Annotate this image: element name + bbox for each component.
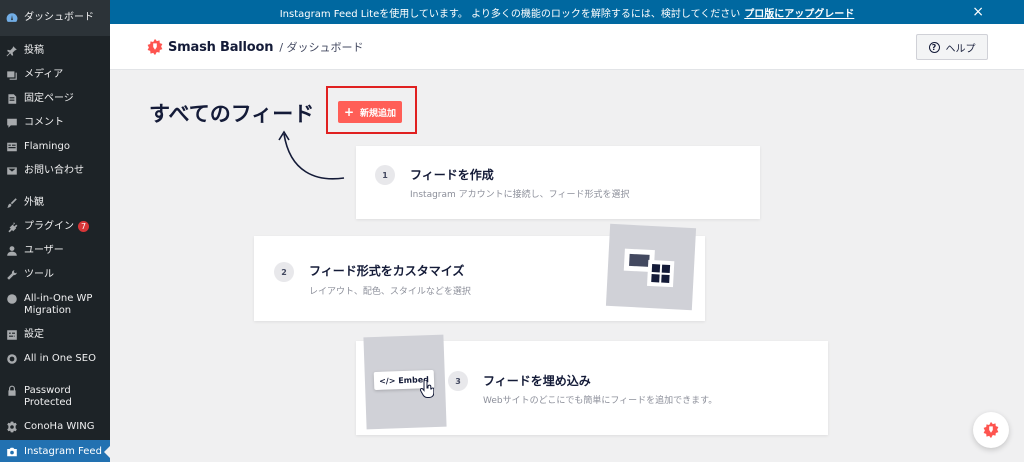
- breadcrumb: / ダッシュボード: [279, 41, 364, 54]
- sidebar-item-label: 設定: [24, 329, 44, 340]
- curved-arrow-icon: [278, 130, 345, 180]
- sidebar-item-posts[interactable]: 投稿: [0, 45, 110, 57]
- step-title: フィードを作成: [410, 168, 494, 182]
- smash-balloon-logo[interactable]: Smash Balloon / ダッシュボード: [146, 38, 364, 56]
- sidebar-item-label: All-in-One WP Migration: [24, 293, 93, 316]
- balloon-logo-icon: [983, 421, 999, 439]
- sidebar-item-label: ConoHa WING: [24, 421, 95, 432]
- sidebar-item-password-protected[interactable]: Password Protected: [0, 385, 100, 409]
- sidebar-item-label: 投稿: [24, 45, 44, 56]
- sidebar-item-settings[interactable]: 設定: [0, 329, 110, 341]
- brand-name: Smash Balloon: [168, 39, 274, 55]
- sidebar-item-flamingo[interactable]: Flamingo: [0, 141, 110, 153]
- settings-icon: [6, 329, 18, 341]
- step-description: Webサイトのどこにでも簡単にフィードを追加できます。: [483, 396, 718, 406]
- layout-illustration: [605, 223, 697, 311]
- plugin-header: Smash Balloon / ダッシュボード ? ヘルプ: [110, 24, 1024, 70]
- user-icon: [6, 245, 18, 257]
- sidebar-item-label: コメント: [24, 117, 64, 128]
- help-label: ヘルプ: [945, 43, 976, 55]
- sidebar-item-contact[interactable]: お問い合わせ: [0, 165, 110, 177]
- highlight-box: [326, 86, 417, 134]
- step-title: フィード形式をカスタマイズ: [309, 264, 465, 278]
- sidebar-item-media[interactable]: メディア: [0, 69, 110, 81]
- sidebar-item-pages[interactable]: 固定ページ: [0, 93, 110, 105]
- sidebar-item-label: Password Protected: [24, 385, 72, 408]
- flamingo-icon: [6, 141, 18, 153]
- dashboard-icon: [6, 12, 18, 24]
- pin-icon: [6, 45, 18, 57]
- page-title: すべてのフィード: [149, 102, 315, 126]
- help-button[interactable]: ? ヘルプ: [916, 34, 988, 60]
- sidebar-item-label: 固定ページ: [24, 93, 74, 104]
- sidebar-item-plugins[interactable]: プラグイン 7: [0, 221, 110, 233]
- sidebar-item-tools[interactable]: ツール: [0, 269, 110, 281]
- sidebar-item-label: Instagram Feed: [24, 446, 102, 457]
- camera-icon: [6, 446, 18, 458]
- page-icon: [6, 93, 18, 105]
- hand-cursor-icon: [420, 380, 434, 398]
- sidebar-item-comments[interactable]: コメント: [0, 117, 110, 129]
- sidebar-item-appearance[interactable]: 外観: [0, 197, 110, 209]
- sidebar-item-label: ツール: [24, 269, 54, 280]
- comment-icon: [6, 117, 18, 129]
- sidebar-item-label: All in One SEO: [24, 353, 96, 364]
- sidebar-item-label: 外観: [24, 197, 44, 208]
- step-card-create: 1 フィードを作成 Instagram アカウントに接続し、フィード形式を選択: [356, 146, 760, 219]
- step-number: 2: [274, 262, 294, 282]
- upgrade-link[interactable]: プロ版にアップグレード: [744, 5, 854, 20]
- migration-icon: [6, 293, 18, 305]
- step-title: フィードを埋め込み: [483, 374, 591, 388]
- sidebar-item-label: プラグイン: [24, 221, 74, 232]
- wrench-icon: [6, 269, 18, 281]
- update-count-badge: 7: [78, 221, 89, 232]
- upgrade-notice: Instagram Feed Liteを使用しています。 より多くの機能のロック…: [110, 0, 1024, 24]
- plugin-icon: [6, 221, 18, 233]
- seo-icon: [6, 353, 18, 365]
- sidebar-item-label: メディア: [24, 69, 64, 80]
- mail-icon: [6, 165, 18, 177]
- sidebar-item-dashboard[interactable]: ダッシュボード: [0, 0, 110, 36]
- sidebar-item-label: ユーザー: [24, 245, 64, 256]
- media-icon: [6, 69, 18, 81]
- notice-text: Instagram Feed Liteを使用しています。 より多くの機能のロック…: [279, 8, 741, 20]
- sidebar-item-label: Flamingo: [24, 141, 70, 152]
- sidebar-item-conoha[interactable]: ConoHa WING: [0, 421, 110, 433]
- sidebar-item-aioseo[interactable]: All in One SEO: [0, 353, 110, 365]
- sidebar-item-migration[interactable]: All-in-One WP Migration: [0, 293, 104, 317]
- lock-icon: [6, 385, 18, 397]
- sidebar-item-label: ダッシュボード: [24, 12, 94, 23]
- step-number: 1: [375, 165, 395, 185]
- layout-grid-icon: [623, 248, 675, 288]
- admin-sidebar: ダッシュボード 投稿 メディア 固定ページ コメント Flamingo お問い合…: [0, 0, 110, 462]
- smash-balloon-float-button[interactable]: [973, 412, 1009, 448]
- gear-icon: [6, 421, 18, 433]
- sidebar-item-users[interactable]: ユーザー: [0, 245, 110, 257]
- step-number: 3: [448, 371, 468, 391]
- step-description: Instagram アカウントに接続し、フィード形式を選択: [410, 190, 630, 200]
- balloon-logo-icon: [147, 38, 163, 56]
- brush-icon: [6, 197, 18, 209]
- sidebar-item-label: お問い合わせ: [24, 165, 84, 176]
- question-icon: ?: [928, 41, 940, 53]
- sidebar-item-instagram-feed[interactable]: Instagram Feed: [0, 440, 110, 462]
- step-description: レイアウト、配色、スタイルなどを選択: [309, 287, 471, 297]
- close-icon[interactable]: ×: [972, 3, 984, 21]
